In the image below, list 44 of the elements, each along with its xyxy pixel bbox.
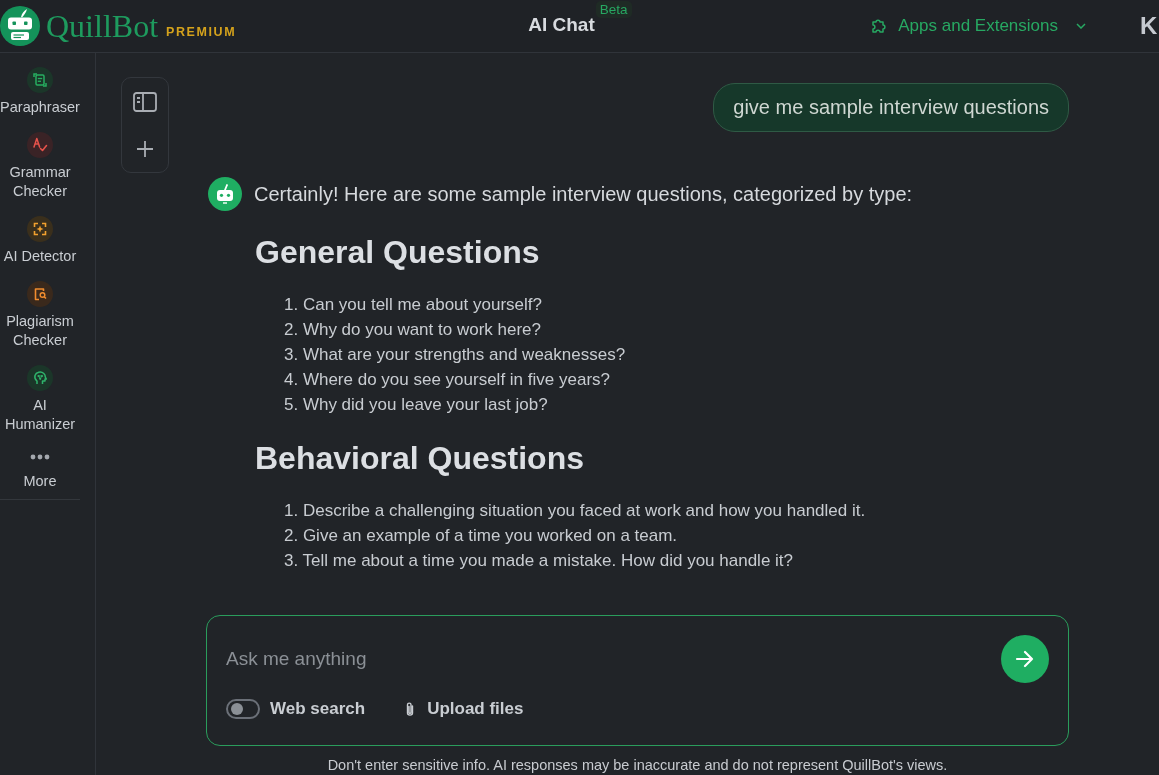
sidebar-item[interactable]: AI Humanizer	[0, 365, 80, 434]
input-field[interactable]: Ask me anything	[226, 644, 1001, 674]
disclaimer-text: Don't enter sensitive info. AI responses may be inaccurate and do not represent QuillBot's views.	[326, 756, 949, 775]
list-item: 3. What are your strengths and weaknesses?	[284, 344, 627, 366]
list-item: 1. Describe a challenging situation you faced at work and how you handled it.	[284, 500, 867, 522]
beta-badge: Beta	[595, 1, 632, 18]
sidebar-item[interactable]: Grammar Checker	[0, 132, 80, 201]
brand-name: QuillBot	[46, 7, 158, 46]
more-dots-icon	[30, 454, 50, 460]
sidebar-item[interactable]: More	[0, 449, 80, 491]
list-item: 2. Give an example of a time you worked on a team.	[284, 525, 679, 547]
apps-menu-button[interactable]: Apps and Extensions	[870, 16, 1086, 36]
list-item: 4. Where do you see yourself in five years?	[284, 369, 611, 391]
assistant-message: Certainly! Here are some sample interview questions, categorized by type:	[254, 182, 913, 207]
upload-files-button[interactable]: Upload files	[405, 699, 524, 719]
document-arrows-icon	[27, 67, 53, 93]
head-nodes-icon	[27, 365, 53, 391]
sparkle-frame-icon	[27, 216, 53, 242]
panel-icon[interactable]	[133, 92, 157, 112]
sidebar-item[interactable]: AI Detector	[0, 216, 80, 266]
puzzle-icon	[870, 17, 889, 35]
list-item: 3. Tell me about a time you made a mistake. How did you handle it?	[284, 550, 795, 572]
section-heading: General Questions	[255, 233, 541, 272]
toggle-switch[interactable]	[226, 699, 260, 719]
plus-icon[interactable]	[136, 140, 154, 158]
web-search-toggle[interactable]: Web search	[226, 699, 366, 719]
user-initial[interactable]: K	[1140, 12, 1159, 40]
paperclip-icon	[405, 700, 416, 718]
robot-avatar-icon	[208, 177, 242, 211]
document-search-icon	[27, 281, 53, 307]
arrow-right-icon	[1015, 650, 1035, 668]
sidebar-item[interactable]: Plagiarism Checker	[0, 281, 80, 350]
list-item: 1. Can you tell me about yourself?	[284, 294, 543, 316]
page-title: AI Chat	[528, 14, 595, 36]
spell-check-icon	[27, 132, 53, 158]
chevron-down-icon	[1076, 23, 1086, 29]
list-item: 2. Why do you want to work here?	[284, 319, 543, 341]
user-message: give me sample interview questions	[713, 83, 1069, 132]
robot-logo-icon	[0, 6, 40, 46]
send-button[interactable]	[1001, 635, 1049, 683]
section-heading: Behavioral Questions	[255, 439, 585, 478]
sidebar-item[interactable]: Paraphraser	[0, 67, 80, 117]
premium-label: PREMIUM	[166, 25, 237, 39]
list-item: 5. Why did you leave your last job?	[284, 394, 549, 416]
